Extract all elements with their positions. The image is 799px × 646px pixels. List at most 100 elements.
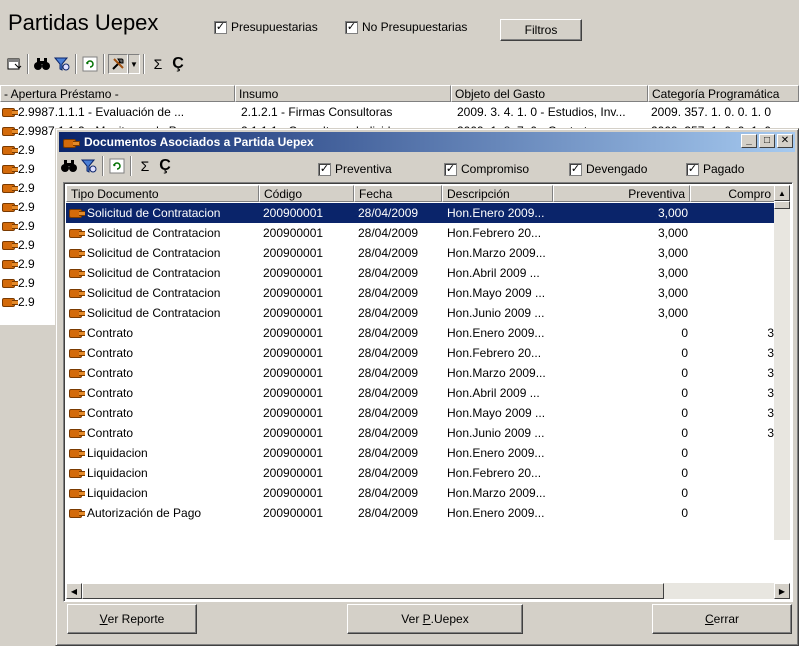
hand-pointer-icon bbox=[69, 307, 85, 318]
presupuestarias-checkbox[interactable]: ✓ Presupuestarias bbox=[214, 20, 318, 34]
ver-uepex-button[interactable]: Ver P .Uepex bbox=[347, 604, 523, 634]
filter-icon[interactable] bbox=[52, 54, 72, 74]
insumo-cell: 2.1.2.1 - Firmas Consultoras bbox=[241, 105, 393, 119]
column-header-codigo[interactable]: Código bbox=[259, 185, 354, 202]
tipo-cell: Contrato bbox=[87, 326, 134, 340]
apertura-cell: 2.9987.1.1.1 - Evaluación de ... bbox=[18, 105, 185, 119]
scroll-up-icon[interactable]: ▲ bbox=[774, 185, 790, 201]
documento-row[interactable]: Contrato 200900001 28/04/2009 Hon.Marzo 200… bbox=[66, 363, 776, 383]
scroll-left-icon[interactable]: ◀ bbox=[66, 583, 82, 599]
tipo-cell: Contrato bbox=[87, 346, 134, 360]
tools-icon[interactable] bbox=[108, 54, 128, 74]
pagado-checkbox[interactable]: ✓ Pagado bbox=[686, 162, 744, 176]
column-header-insumo[interactable]: Insumo bbox=[235, 85, 451, 102]
column-header-descripcion[interactable]: Descripción bbox=[442, 185, 553, 202]
partida-row[interactable]: 2.9987.1.1.1 - Evaluación de ... 2.1.2.1 … bbox=[0, 103, 799, 121]
descripcion-cell: Hon.Febrero 20... bbox=[447, 226, 542, 240]
fecha-cell: 28/04/2009 bbox=[358, 286, 419, 300]
compromiso-cell: 3 bbox=[767, 326, 774, 340]
hand-pointer-icon bbox=[69, 387, 85, 398]
preventiva-checkbox[interactable]: ✓ Preventiva bbox=[318, 162, 392, 176]
preventiva-cell: 0 bbox=[681, 386, 688, 400]
maximize-button[interactable]: □ bbox=[759, 134, 775, 148]
hand-pointer-icon bbox=[69, 367, 85, 378]
documento-row[interactable]: Solicitud de Contratacion 200900001 28/04/… bbox=[66, 203, 776, 223]
fecha-cell: 28/04/2009 bbox=[358, 506, 419, 520]
check-icon: ✓ bbox=[444, 162, 457, 176]
close-button[interactable]: ✕ bbox=[777, 134, 793, 148]
column-header-fecha[interactable]: Fecha bbox=[354, 185, 442, 202]
chevron-down-icon[interactable]: ▼ bbox=[128, 54, 140, 74]
documento-row[interactable]: Contrato 200900001 28/04/2009 Hon.Abril 200… bbox=[66, 383, 776, 403]
documento-row[interactable]: Liquidacion 200900001 28/04/2009 Hon.Febrer… bbox=[66, 463, 776, 483]
documento-row[interactable]: Solicitud de Contratacion 200900001 28/04/… bbox=[66, 223, 776, 243]
horizontal-scroll-thumb[interactable] bbox=[82, 583, 664, 599]
preventiva-cell: 3,000 bbox=[657, 206, 688, 220]
preventiva-cell: 3,000 bbox=[657, 286, 688, 300]
fecha-cell: 28/04/2009 bbox=[358, 346, 419, 360]
fecha-cell: 28/04/2009 bbox=[358, 206, 419, 220]
dialog-titlebar[interactable]: Documentos Asociados a Partida Uepex _ □… bbox=[59, 132, 795, 152]
documento-row[interactable]: Contrato 200900001 28/04/2009 Hon.Mayo 2009… bbox=[66, 403, 776, 423]
cedilla-icon[interactable]: Ç bbox=[155, 156, 175, 176]
hand-pointer-icon bbox=[2, 220, 18, 231]
cerrar-button[interactable]: Cerrar bbox=[652, 604, 792, 634]
column-header-preventiva[interactable]: Preventiva bbox=[553, 185, 690, 202]
filter-icon[interactable] bbox=[79, 156, 99, 176]
documento-row[interactable]: Liquidacion 200900001 28/04/2009 Hon.Enero … bbox=[66, 443, 776, 463]
documento-row[interactable]: Solicitud de Contratacion 200900001 28/04/… bbox=[66, 243, 776, 263]
hand-pointer-icon bbox=[69, 247, 85, 258]
refresh-icon[interactable] bbox=[107, 156, 127, 176]
documento-row[interactable]: Solicitud de Contratacion 200900001 28/04/… bbox=[66, 263, 776, 283]
toolbar-separator bbox=[102, 156, 104, 176]
binoculars-icon[interactable] bbox=[32, 54, 52, 74]
preventiva-cell: 0 bbox=[681, 466, 688, 480]
scroll-right-icon[interactable]: ▶ bbox=[774, 583, 790, 599]
column-header-apertura[interactable]: - Apertura Préstamo - bbox=[0, 85, 235, 102]
vertical-scroll-thumb[interactable] bbox=[774, 201, 790, 209]
column-header-tipo[interactable]: Tipo Documento bbox=[66, 185, 259, 202]
check-icon: ✓ bbox=[686, 162, 699, 176]
compromiso-cell: 3 bbox=[767, 346, 774, 360]
column-header-compromiso[interactable]: Compro bbox=[690, 185, 776, 202]
sigma-icon[interactable]: Σ bbox=[135, 156, 155, 176]
compromiso-checkbox[interactable]: ✓ Compromiso bbox=[444, 162, 529, 176]
ver-reporte-button[interactable]: Ver Reporte bbox=[67, 604, 197, 634]
compromiso-label: Compromiso bbox=[461, 162, 530, 176]
hand-pointer-icon bbox=[69, 447, 85, 458]
documento-row[interactable]: Contrato 200900001 28/04/2009 Hon.Febrero 2… bbox=[66, 343, 776, 363]
fecha-cell: 28/04/2009 bbox=[358, 326, 419, 340]
column-header-categoria[interactable]: Categoría Programática bbox=[648, 85, 799, 102]
codigo-cell: 200900001 bbox=[263, 286, 324, 300]
descripcion-cell: Hon.Enero 2009... bbox=[447, 206, 545, 220]
ver-uepex-label: .Uepex bbox=[430, 612, 469, 626]
minimize-button[interactable]: _ bbox=[741, 134, 757, 148]
documento-row[interactable]: Solicitud de Contratacion 200900001 28/04/… bbox=[66, 303, 776, 323]
check-icon: ✓ bbox=[345, 20, 358, 34]
documento-row[interactable]: Solicitud de Contratacion 200900001 28/04/… bbox=[66, 283, 776, 303]
column-header-objeto[interactable]: Objeto del Gasto bbox=[451, 85, 648, 102]
codigo-cell: 200900001 bbox=[263, 466, 324, 480]
properties-icon[interactable] bbox=[4, 54, 24, 74]
ver-reporte-label: er Reporte bbox=[107, 612, 165, 626]
horizontal-scrollbar[interactable]: ◀ ▶ bbox=[66, 583, 790, 599]
codigo-cell: 200900001 bbox=[263, 406, 324, 420]
fecha-cell: 28/04/2009 bbox=[358, 366, 419, 380]
documento-row[interactable]: Contrato 200900001 28/04/2009 Hon.Junio 200… bbox=[66, 423, 776, 443]
filtros-button[interactable]: Filtros bbox=[500, 19, 582, 41]
documento-row[interactable]: Contrato 200900001 28/04/2009 Hon.Enero 200… bbox=[66, 323, 776, 343]
sigma-icon[interactable]: Σ bbox=[148, 54, 168, 74]
fecha-cell: 28/04/2009 bbox=[358, 246, 419, 260]
codigo-cell: 200900001 bbox=[263, 506, 324, 520]
no-presupuestarias-checkbox[interactable]: ✓ No Presupuestarias bbox=[345, 20, 467, 34]
devengado-checkbox[interactable]: ✓ Devengado bbox=[569, 162, 647, 176]
descripcion-cell: Hon.Mayo 2009 ... bbox=[447, 406, 546, 420]
preventiva-cell: 3,000 bbox=[657, 226, 688, 240]
cedilla-icon[interactable]: Ç bbox=[168, 54, 188, 74]
vertical-scrollbar[interactable]: ▲ bbox=[774, 185, 790, 540]
binoculars-icon[interactable] bbox=[59, 156, 79, 176]
documento-row[interactable]: Autorización de Pago 200900001 28/04/2009 H… bbox=[66, 503, 776, 523]
documento-row[interactable]: Liquidacion 200900001 28/04/2009 Hon.Marzo … bbox=[66, 483, 776, 503]
refresh-icon[interactable] bbox=[80, 54, 100, 74]
tipo-cell: Liquidacion bbox=[87, 486, 148, 500]
